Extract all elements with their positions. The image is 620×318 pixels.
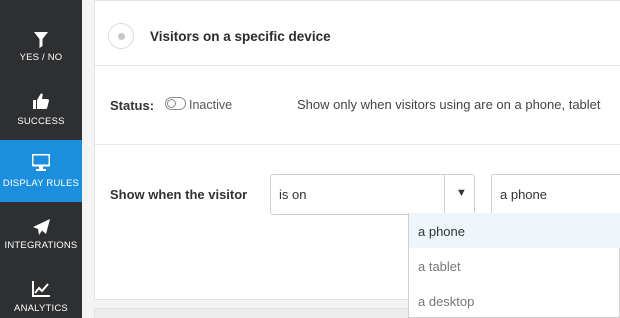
- filter-icon: [0, 30, 82, 50]
- dropdown-option[interactable]: a desktop: [409, 283, 620, 318]
- show-when-label: Show when the visitor: [110, 187, 248, 202]
- sidebar-item-label: SUCCESS: [17, 116, 65, 127]
- sidebar-item-label: YES / NO: [19, 52, 63, 63]
- sidebar-item-integrations[interactable]: INTEGRATIONS: [0, 202, 82, 260]
- rule-description: Show only when visitors using are on a p…: [297, 97, 601, 112]
- sidebar-item-label: INTEGRATIONS: [4, 240, 78, 251]
- paper-plane-icon: [0, 217, 82, 237]
- condition-select-value: is on: [279, 187, 307, 202]
- sidebar-item-label: DISPLAY RULES: [2, 178, 80, 189]
- divider: [95, 65, 620, 66]
- device-dropdown: a phone a tablet a desktop: [408, 213, 620, 318]
- status-value: Inactive: [189, 98, 233, 112]
- caret-down-icon[interactable]: ▼: [456, 187, 467, 199]
- select-separator: [444, 175, 445, 214]
- condition-select[interactable]: is on ▼: [270, 174, 475, 215]
- sidebar-item-display-rules[interactable]: DISPLAY RULES: [0, 140, 82, 202]
- device-select-value: a phone: [500, 187, 547, 202]
- dropdown-option[interactable]: a tablet: [409, 248, 620, 283]
- monitor-icon: [0, 152, 82, 172]
- rule-radio-button[interactable]: [108, 23, 134, 49]
- device-select[interactable]: a phone: [491, 174, 620, 215]
- radio-dot: [118, 33, 125, 40]
- thumbs-up-icon: [0, 91, 82, 111]
- sidebar-item-success[interactable]: SUCCESS: [0, 80, 82, 140]
- status-label: Status:: [110, 98, 155, 113]
- sidebar-item-yes-no[interactable]: YES / NO: [0, 0, 82, 80]
- sidebar-item-analytics[interactable]: ANALYTICS: [0, 260, 82, 318]
- status-toggle[interactable]: [165, 97, 186, 110]
- line-chart-icon: [0, 279, 82, 299]
- sidebar: YES / NO SUCCESS DISPLAY RULES INTEGRATI…: [0, 0, 82, 318]
- dropdown-option[interactable]: a phone: [409, 213, 620, 248]
- sidebar-item-label: ANALYTICS: [14, 303, 68, 314]
- toggle-knob: [167, 99, 176, 108]
- rule-title: Visitors on a specific device: [150, 29, 331, 44]
- divider: [95, 144, 620, 145]
